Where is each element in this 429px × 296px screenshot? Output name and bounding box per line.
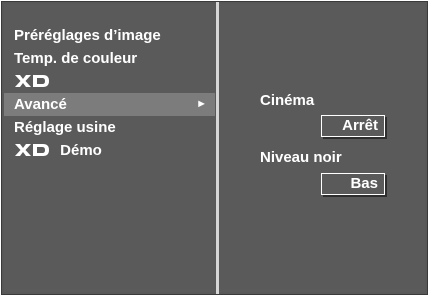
menu-item-xd[interactable] [4, 70, 215, 93]
right-arrow-icon: ► [196, 98, 207, 110]
black-level-label: Niveau noir [260, 149, 342, 166]
cinema-label: Cinéma [260, 92, 315, 109]
menu-item-factory-reset[interactable]: Réglage usine [4, 116, 215, 139]
menu-item-label: Réglage usine [14, 119, 116, 136]
menu-item-picture-presets[interactable]: Préréglages d’image [4, 24, 215, 47]
menu-item-color-temperature[interactable]: Temp. de couleur [4, 47, 215, 70]
cinema-value-selector[interactable]: Arrêt [321, 115, 387, 139]
xd-logo-icon [14, 143, 50, 157]
xd-logo-icon [14, 74, 50, 88]
black-level-value-selector[interactable]: Bas [321, 173, 387, 197]
advanced-submenu-panel: Cinéma Arrêt Niveau noir Bas [220, 4, 425, 292]
menu-item-label: Temp. de couleur [14, 50, 138, 67]
menu-item-advanced[interactable]: Avancé ► [4, 93, 215, 116]
menu-item-label: Préréglages d’image [14, 27, 161, 44]
main-menu-list: Préréglages d’image Temp. de couleur Ava… [4, 24, 215, 162]
panel-divider [216, 2, 219, 294]
menu-item-label: Démo [60, 142, 102, 159]
menu-item-label: Avancé [14, 96, 67, 113]
menu-item-xd-demo[interactable]: Démo [4, 139, 215, 162]
osd-menu: Préréglages d’image Temp. de couleur Ava… [1, 1, 428, 295]
main-menu-panel: Préréglages d’image Temp. de couleur Ava… [4, 4, 215, 292]
